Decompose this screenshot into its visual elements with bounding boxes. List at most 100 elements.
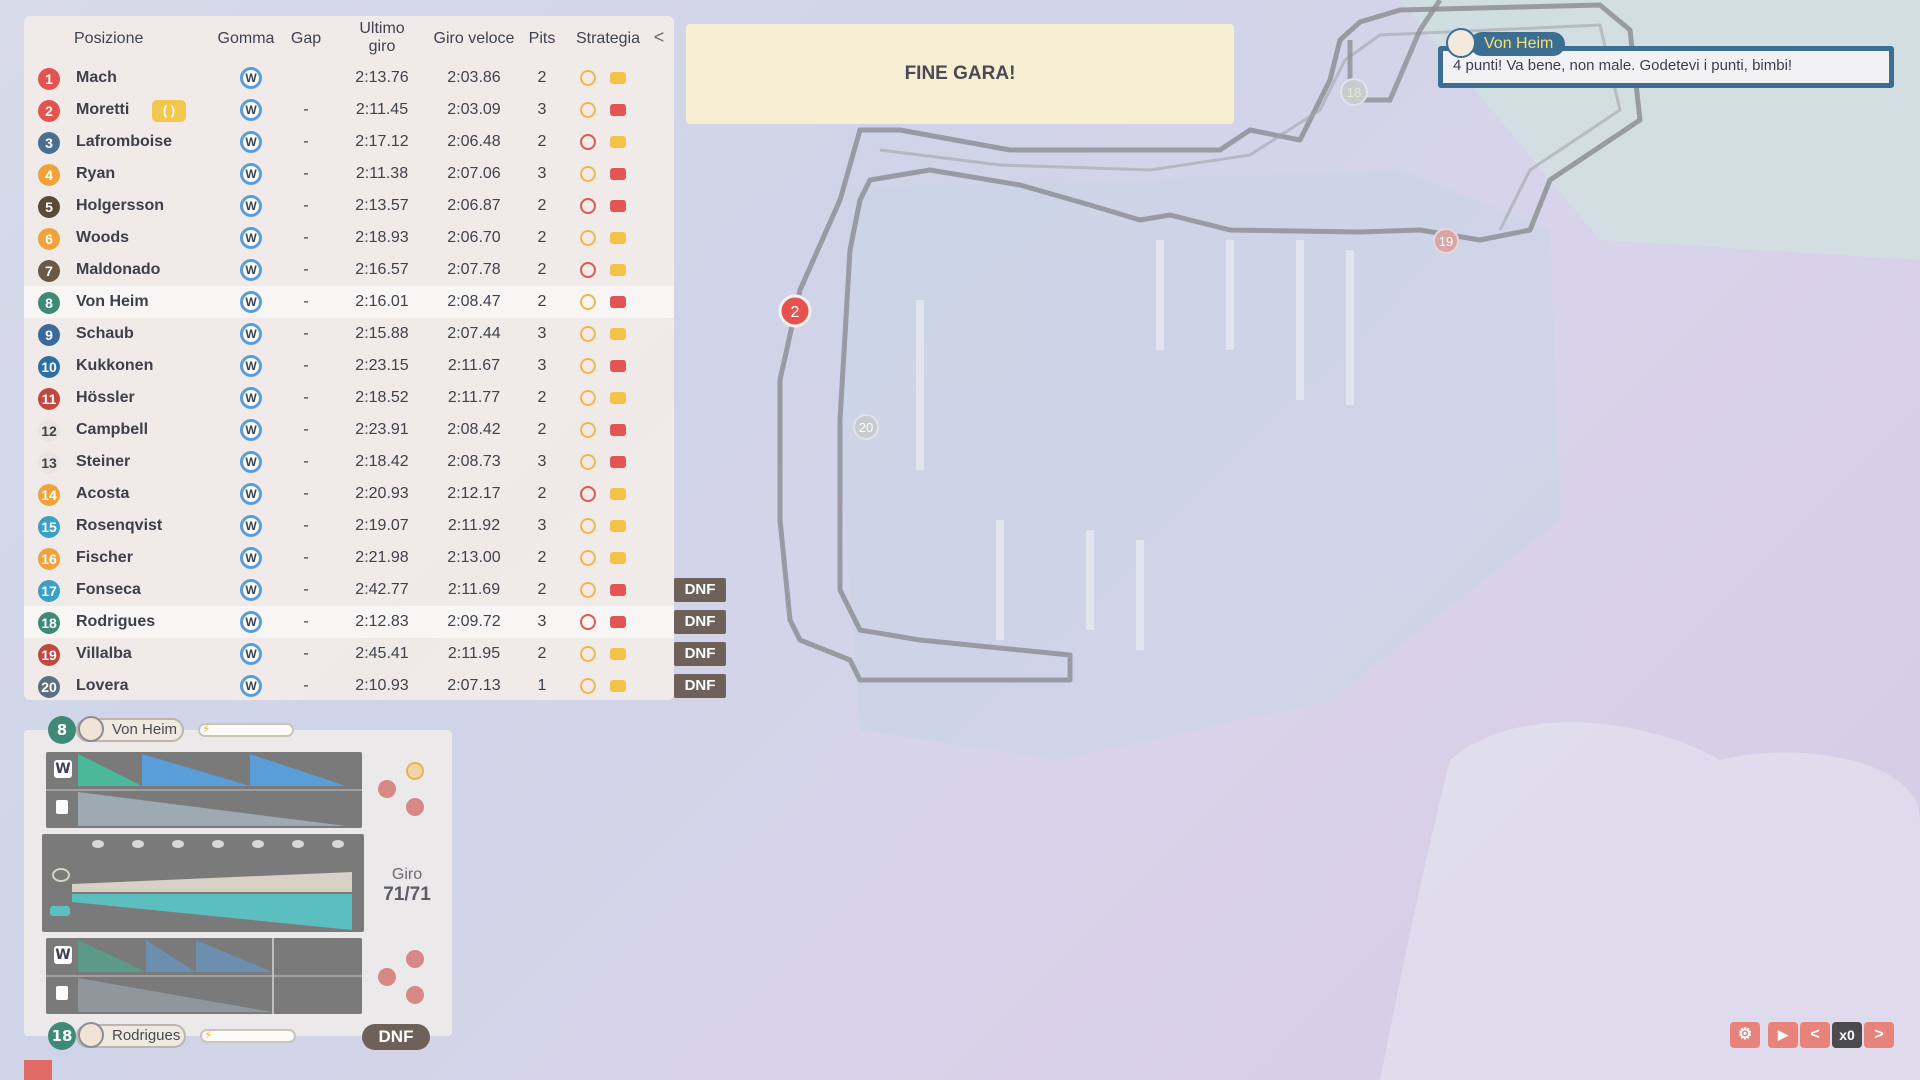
gap-value: - <box>303 357 309 374</box>
standings-row[interactable]: 8 Von Heim W - 2:16.01 2:08.47 2 <box>24 286 674 318</box>
engine-strategy-icon <box>610 200 626 212</box>
header-fastest-lap: Giro veloce <box>433 30 515 47</box>
tyre-strategy-icon[interactable] <box>406 950 424 968</box>
engine-strategy-icon <box>610 392 626 404</box>
last-lap-time: 2:16.01 <box>355 293 409 310</box>
gap-value: - <box>303 581 309 598</box>
engine-strategy-icon <box>610 488 626 500</box>
pit-count: 2 <box>537 261 547 278</box>
driver-name: Von Heim <box>76 293 149 310</box>
standings-row[interactable]: 3 Lafromboise W - 2:17.12 2:06.48 2 <box>24 126 674 158</box>
standings-row[interactable]: 13 Steiner W - 2:18.42 2:08.73 3 <box>24 446 674 478</box>
marker-car-18[interactable]: 18 <box>1340 78 1368 106</box>
standings-row[interactable]: 5 Holgersson W - 2:13.57 2:06.87 2 <box>24 190 674 222</box>
fastest-lap-time: 2:09.72 <box>447 613 501 630</box>
track-grip-icon <box>52 868 70 882</box>
marker-car-20[interactable]: 20 <box>853 414 879 440</box>
gap-value: - <box>303 677 309 694</box>
standings-row[interactable]: 9 Schaub W - 2:15.88 2:07.44 3 <box>24 318 674 350</box>
fastest-lap-time: 2:11.92 <box>447 517 501 534</box>
marker-car-2[interactable]: 2 <box>778 294 812 328</box>
position-number: 2 <box>38 100 60 122</box>
engine-mode-icon[interactable] <box>406 798 424 816</box>
lap-counter: 71/71 <box>383 884 431 905</box>
weather-chart <box>72 840 352 930</box>
standings-row[interactable]: 6 Woods W - 2:18.93 2:06.70 2 <box>24 222 674 254</box>
standings-row[interactable]: 11 Hössler W - 2:18.52 2:11.77 2 <box>24 382 674 414</box>
tyre-wear-green-area <box>78 940 146 972</box>
pit-control-button[interactable] <box>378 780 396 798</box>
engine-strategy-icon <box>610 520 626 532</box>
standings-row[interactable]: 7 Maldonado W - 2:16.57 2:07.78 2 <box>24 254 674 286</box>
pit-count: 3 <box>537 613 547 630</box>
gap-value: - <box>303 101 309 118</box>
tyre-strategy-icon <box>580 134 596 150</box>
tyre-strategy-icon <box>580 198 596 214</box>
driver-name: Maldonado <box>76 261 161 278</box>
tyre-icon: W <box>240 67 262 89</box>
tyre-strategy-icon[interactable] <box>406 762 424 780</box>
standings-row[interactable]: 4 Ryan W - 2:11.38 2:07.06 3 <box>24 158 674 190</box>
driver1-energy-bar <box>198 723 294 737</box>
position-number: 5 <box>38 196 60 218</box>
tyre-strategy-icon <box>580 70 596 86</box>
fastest-lap-time: 2:11.67 <box>447 357 501 374</box>
header-gap: Gap <box>290 30 322 47</box>
tyre-icon: W <box>240 355 262 377</box>
pit-count: 2 <box>537 229 547 246</box>
last-lap-time: 2:15.88 <box>355 325 409 342</box>
engine-mode-icon[interactable] <box>406 986 424 1004</box>
tyre-icon: W <box>240 387 262 409</box>
gap-value: - <box>303 293 309 310</box>
play-button[interactable]: ▶ <box>1768 1022 1798 1048</box>
pit-count: 3 <box>537 357 547 374</box>
last-lap-time: 2:23.91 <box>355 421 409 438</box>
standings-row[interactable]: 15 Rosenqvist W - 2:19.07 2:11.92 3 <box>24 510 674 542</box>
speed-down-button[interactable]: < <box>1800 1022 1830 1048</box>
fastest-lap-time: 2:06.70 <box>447 229 501 246</box>
standings-row[interactable]: 12 Campbell W - 2:23.91 2:08.42 2 <box>24 414 674 446</box>
driver-name: Rodrigues <box>76 613 156 630</box>
standings-row[interactable]: 18 Rodrigues W - 2:12.83 2:09.72 3 <box>24 606 674 638</box>
standings-row[interactable]: 2 Moretti ( ) W - 2:11.45 2:03.09 3 <box>24 94 674 126</box>
collapse-chevron-icon[interactable]: < <box>650 28 668 46</box>
last-lap-time: 2:18.93 <box>355 229 409 246</box>
pit-control-button[interactable] <box>378 968 396 986</box>
detail-driver1-number[interactable]: 8 <box>48 716 76 744</box>
warning-icon[interactable] <box>24 1060 52 1080</box>
tyre-strategy-icon <box>580 454 596 470</box>
tyre-strategy-icon <box>580 262 596 278</box>
tyre-icon: W <box>240 611 262 633</box>
weather-lap-graph <box>42 834 364 932</box>
tyre-strategy-icon <box>580 230 596 246</box>
detail-driver2-number[interactable]: 18 <box>48 1022 76 1050</box>
standings-row[interactable]: 17 Fonseca W - 2:42.77 2:11.69 2 <box>24 574 674 606</box>
position-number: 3 <box>38 132 60 154</box>
dnf-badge: DNF <box>674 674 726 698</box>
driver-name: Acosta <box>76 485 130 502</box>
team-radio-driver: Von Heim <box>1470 32 1566 56</box>
standings-header: Posizione Gomma Gap Ultimo giro Giro vel… <box>24 16 674 62</box>
standings-row[interactable]: 16 Fischer W - 2:21.98 2:13.00 2 <box>24 542 674 574</box>
last-lap-time: 2:20.93 <box>355 485 409 502</box>
speed-up-button[interactable]: > <box>1864 1022 1894 1048</box>
driver-name: Rosenqvist <box>76 517 163 534</box>
standings-row[interactable]: 20 Lovera W - 2:10.93 2:07.13 1 <box>24 670 674 702</box>
position-number: 6 <box>38 228 60 250</box>
pit-count: 2 <box>537 69 547 86</box>
standings-row[interactable]: 19 Villalba W - 2:45.41 2:11.95 2 <box>24 638 674 670</box>
dnf-badge: DNF <box>674 610 726 634</box>
marker-car-19[interactable]: 19 <box>1433 228 1459 254</box>
lap-label: Giro <box>391 866 423 883</box>
standings-row[interactable]: 10 Kukkonen W - 2:23.15 2:11.67 3 <box>24 350 674 382</box>
race-finished-banner: FINE GARA! <box>686 24 1234 124</box>
engine-strategy-icon <box>610 232 626 244</box>
pit-count: 2 <box>537 197 547 214</box>
standings-row[interactable]: 14 Acosta W - 2:20.93 2:12.17 2 <box>24 478 674 510</box>
settings-gear-icon[interactable]: ⚙ <box>1730 1022 1760 1048</box>
last-lap-time: 2:23.15 <box>355 357 409 374</box>
standings-row[interactable]: 1 Mach W 2:13.76 2:03.86 2 <box>24 62 674 94</box>
last-lap-time: 2:13.76 <box>355 69 409 86</box>
driver2-energy-bar <box>200 1029 296 1043</box>
tyre-fuel-chart-driver1 <box>46 754 362 826</box>
